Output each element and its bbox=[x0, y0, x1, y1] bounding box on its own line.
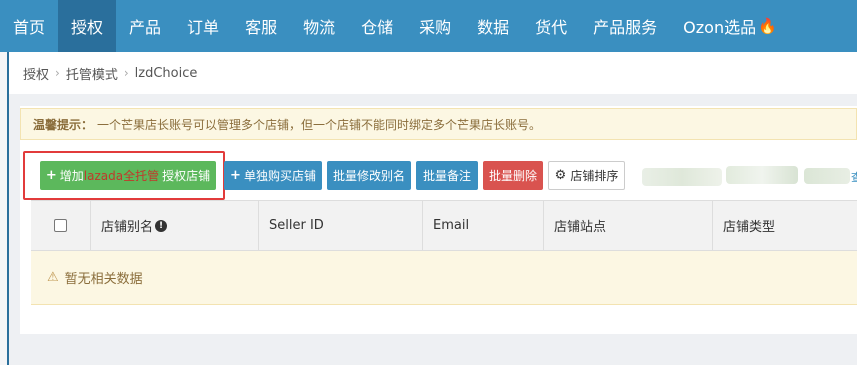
blurred-content bbox=[642, 168, 722, 186]
column-shop-site: 店铺站点 bbox=[543, 201, 712, 250]
shop-sort-button[interactable]: ⚙ 店铺排序 bbox=[548, 161, 625, 190]
table-header: 店铺别名 ! Seller ID Email 店铺站点 店铺类型 bbox=[31, 200, 857, 251]
nav-item-auth[interactable]: 授权 bbox=[58, 0, 117, 52]
blurred-content bbox=[726, 166, 798, 184]
nav-item-product-service[interactable]: 产品服务 bbox=[580, 0, 670, 52]
top-nav: 首页 授权 产品 订单 客服 物流 仓储 采购 数据 货代 产品服务 Ozon选… bbox=[0, 0, 857, 52]
empty-state-text: 暂无相关数据 bbox=[64, 272, 143, 287]
nav-item-home[interactable]: 首页 bbox=[0, 0, 58, 52]
column-email: Email bbox=[422, 201, 543, 250]
single-buy-shop-button[interactable]: + 单独购买店铺 bbox=[224, 161, 322, 190]
nav-item-customer-service[interactable]: 客服 bbox=[232, 0, 290, 52]
batch-delete-button[interactable]: 批量删除 bbox=[483, 161, 543, 190]
gear-icon: ⚙ bbox=[554, 168, 567, 183]
nav-item-forwarder[interactable]: 货代 bbox=[522, 0, 580, 52]
column-shop-alias: 店铺别名 ! bbox=[90, 201, 258, 250]
nav-item-logistics[interactable]: 物流 bbox=[290, 0, 348, 52]
warning-icon: ⚠ bbox=[47, 270, 59, 285]
batch-note-button[interactable]: 批量备注 bbox=[416, 161, 478, 190]
breadcrumb-item-hosted-mode[interactable]: 托管模式 bbox=[66, 64, 118, 83]
breadcrumb-item-auth[interactable]: 授权 bbox=[23, 64, 49, 83]
highlight-box bbox=[23, 151, 225, 200]
edge-link[interactable]: 查 bbox=[851, 169, 857, 185]
batch-edit-alias-button[interactable]: 批量修改别名 bbox=[327, 161, 411, 190]
chevron-right-icon: › bbox=[55, 66, 60, 80]
fire-icon: 🔥 bbox=[758, 17, 777, 35]
nav-item-ozon[interactable]: Ozon选品 🔥 bbox=[670, 0, 790, 52]
tip-text: 一个芒果店长账号可以管理多个店铺，但一个店铺不能同时绑定多个芒果店长账号。 bbox=[97, 117, 542, 132]
nav-item-products[interactable]: 产品 bbox=[116, 0, 174, 52]
tip-banner: 温馨提示： 一个芒果店长账号可以管理多个店铺，但一个店铺不能同时绑定多个芒果店长… bbox=[20, 108, 857, 140]
shop-sort-label: 店铺排序 bbox=[570, 169, 619, 183]
column-shop-alias-label: 店铺别名 bbox=[101, 220, 154, 235]
tip-label: 温馨提示： bbox=[33, 117, 94, 132]
column-seller-id: Seller ID bbox=[258, 201, 422, 250]
select-all-cell bbox=[31, 201, 90, 250]
nav-item-ozon-label: Ozon选品 bbox=[683, 18, 757, 37]
column-shop-type: 店铺类型 bbox=[712, 201, 857, 250]
nav-item-purchase[interactable]: 采购 bbox=[406, 0, 464, 52]
chevron-right-icon: › bbox=[123, 66, 129, 80]
breadcrumb: 授权 › 托管模式 › lzdChoice bbox=[9, 52, 857, 94]
nav-item-orders[interactable]: 订单 bbox=[174, 0, 232, 52]
left-sidebar-edge bbox=[0, 52, 9, 365]
select-all-checkbox[interactable] bbox=[54, 219, 67, 232]
breadcrumb-item-current: lzdChoice bbox=[134, 65, 198, 81]
empty-state: ⚠ 暂无相关数据 bbox=[31, 251, 857, 305]
nav-item-data[interactable]: 数据 bbox=[464, 0, 522, 52]
nav-item-warehouse[interactable]: 仓储 bbox=[348, 0, 406, 52]
info-icon[interactable]: ! bbox=[155, 219, 168, 232]
plus-icon: + bbox=[230, 168, 241, 183]
single-buy-label: 单独购买店铺 bbox=[243, 169, 316, 183]
blurred-content bbox=[804, 168, 850, 184]
